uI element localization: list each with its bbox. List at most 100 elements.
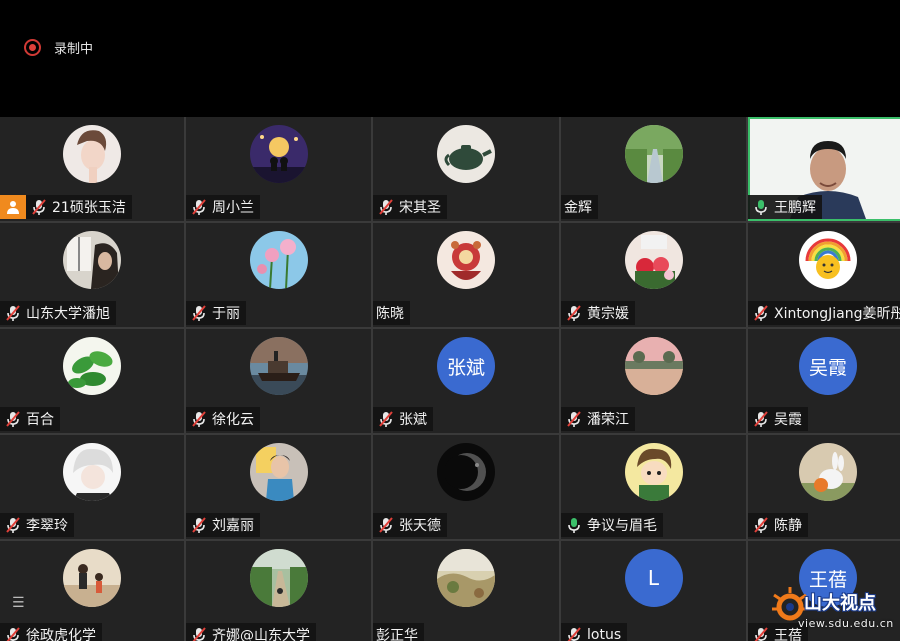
participant-name: 王鹏辉 [774, 200, 816, 216]
avatar [249, 443, 308, 501]
participant-nameplate: 21硕张玉洁 [26, 195, 132, 219]
participant-tile[interactable]: Llotus [561, 541, 746, 641]
watermark: 山大视点 view.sdu.edu.cn [770, 581, 894, 639]
participant-list-icon[interactable]: ☰ [12, 595, 25, 611]
microphone-muted-icon [754, 411, 768, 427]
microphone-muted-icon [6, 411, 20, 427]
watermark-url: view.sdu.edu.cn [798, 617, 894, 630]
microphone-on-icon [755, 200, 767, 215]
avatar [624, 443, 683, 501]
microphone-muted-icon [192, 199, 206, 215]
participant-name: 潘荣江 [587, 412, 629, 428]
top-bar: 录制中 [0, 0, 900, 116]
participant-nameplate: 黄宗媛 [561, 301, 635, 325]
participant-name: 21硕张玉洁 [52, 200, 126, 216]
avatar [437, 125, 495, 183]
participant-tile[interactable]: 于丽 [186, 223, 371, 327]
microphone-muted-icon [567, 411, 581, 427]
participant-tile[interactable]: 陈静 [748, 435, 900, 539]
avatar [249, 549, 308, 607]
microphone-muted-icon [567, 305, 581, 321]
avatar [799, 231, 857, 289]
microphone-muted-icon [6, 627, 20, 641]
participant-name: 周小兰 [212, 200, 254, 216]
participant-tile[interactable]: 潘荣江 [561, 329, 746, 433]
participant-nameplate: 刘嘉丽 [186, 513, 260, 537]
avatar [437, 549, 495, 607]
participant-name: 张天德 [399, 518, 441, 534]
avatar [249, 125, 308, 183]
participant-name: 徐化云 [212, 412, 254, 428]
participant-nameplate: 张斌 [373, 407, 433, 431]
participant-name: 黄宗媛 [587, 306, 629, 322]
participant-tile[interactable]: 张天德 [373, 435, 559, 539]
participant-nameplate: 李翠玲 [0, 513, 74, 537]
participant-name: XintongJiang姜昕彤 [774, 306, 900, 322]
participant-name: 陈静 [774, 518, 802, 534]
participant-name: 吴霞 [774, 412, 802, 428]
participant-name: 于丽 [212, 306, 240, 322]
participant-nameplate: 张天德 [373, 513, 447, 537]
participant-tile[interactable]: 21硕张玉洁 [0, 117, 184, 221]
avatar [437, 231, 495, 289]
participant-name: 彭正华 [376, 628, 418, 641]
participant-tile[interactable]: 齐娜@山东大学 [186, 541, 371, 641]
participant-nameplate: 山东大学潘旭 [0, 301, 116, 325]
participant-tile[interactable]: 争议与眉毛 [561, 435, 746, 539]
microphone-muted-icon [754, 305, 768, 321]
participant-nameplate: 陈静 [748, 513, 808, 537]
participant-tile[interactable]: 黄宗媛 [561, 223, 746, 327]
microphone-muted-icon [754, 517, 768, 533]
participant-nameplate: 王鹏辉 [748, 195, 822, 219]
participant-name: lotus [587, 627, 622, 641]
microphone-muted-icon [379, 199, 393, 215]
participant-tile[interactable]: 李翠玲 [0, 435, 184, 539]
microphone-muted-icon [192, 305, 206, 321]
participant-tile[interactable]: 王鹏辉 [748, 117, 900, 221]
participant-nameplate: 百合 [0, 407, 60, 431]
participant-name: 宋其圣 [399, 200, 441, 216]
participant-name: 百合 [26, 412, 54, 428]
microphone-muted-icon [192, 517, 206, 533]
avatar [799, 443, 857, 501]
microphone-muted-icon [379, 411, 393, 427]
participant-tile[interactable]: 宋其圣 [373, 117, 559, 221]
participant-tile[interactable]: XintongJiang姜昕彤 [748, 223, 900, 327]
participant-name: 刘嘉丽 [212, 518, 254, 534]
participant-name: 张斌 [399, 412, 427, 428]
participant-tile[interactable]: 金辉 [561, 117, 746, 221]
microphone-muted-icon [379, 517, 393, 533]
participant-tile[interactable]: 徐化云 [186, 329, 371, 433]
participant-name: 李翠玲 [26, 518, 68, 534]
participant-name: 争议与眉毛 [587, 518, 657, 534]
participant-nameplate: 吴霞 [748, 407, 808, 431]
microphone-muted-icon [192, 411, 206, 427]
avatar [624, 231, 683, 289]
host-person-icon [0, 195, 26, 219]
avatar: 张斌 [437, 337, 495, 395]
avatar [437, 443, 495, 501]
participant-tile[interactable]: 吴霞 吴霞 [748, 329, 900, 433]
participant-grid: 21硕张玉洁 周小兰 宋其圣 金辉 王鹏辉山东大学潘旭 于丽 陈晓 黄宗媛 XintongJia… [0, 117, 900, 641]
microphone-muted-icon [32, 199, 46, 215]
recording-label: 录制中 [54, 42, 94, 57]
participant-tile[interactable]: 周小兰 [186, 117, 371, 221]
participant-name: 徐政虎化学 [26, 628, 96, 641]
participant-tile[interactable]: 彭正华 [373, 541, 559, 641]
participant-tile[interactable]: 刘嘉丽 [186, 435, 371, 539]
participant-tile[interactable]: 百合 [0, 329, 184, 433]
participant-nameplate: 金辉 [561, 195, 598, 219]
participant-tile[interactable]: 张斌 张斌 [373, 329, 559, 433]
watermark-title: 山大视点 [804, 593, 876, 614]
avatar [63, 443, 121, 501]
avatar [624, 337, 683, 395]
participant-tile[interactable]: 陈晓 [373, 223, 559, 327]
avatar [249, 337, 308, 395]
participant-nameplate: 彭正华 [373, 623, 424, 641]
participant-tile[interactable]: 山东大学潘旭 [0, 223, 184, 327]
microphone-on-icon [568, 518, 580, 533]
recording-indicator[interactable]: 录制中 [24, 38, 93, 57]
participant-nameplate: 宋其圣 [373, 195, 447, 219]
participant-tile[interactable]: 徐政虎化学 [0, 541, 184, 641]
microphone-muted-icon [6, 517, 20, 533]
